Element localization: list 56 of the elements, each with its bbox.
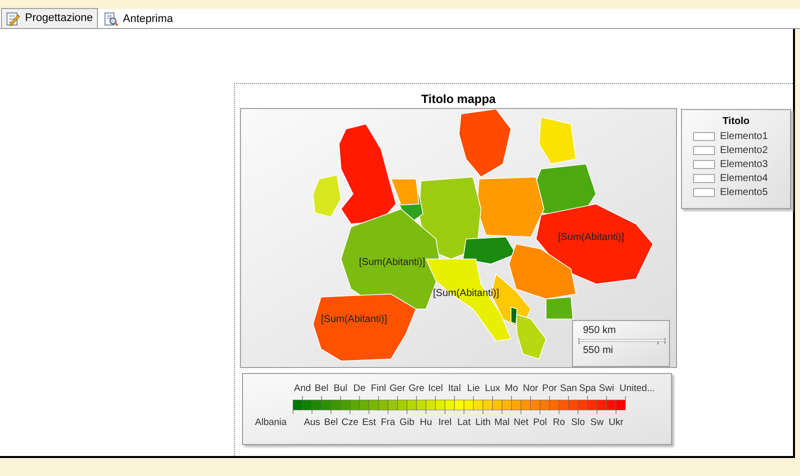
data-label: [Sum(Abitanti)] [359, 257, 426, 269]
scale-label: Gre [408, 383, 424, 394]
scale-label: Net [514, 417, 528, 428]
scale-label: Irel [438, 417, 452, 428]
scale-label: 950 km [583, 325, 617, 337]
page-magnifier-icon [104, 12, 118, 26]
legend-label: Elemento1 [720, 130, 768, 144]
pencil-ruler-icon [6, 12, 20, 26]
scale-label: Hu [420, 417, 432, 428]
legend-label: Elemento3 [720, 158, 768, 172]
scale-label: 550 mi [583, 345, 614, 357]
scale-label: Cze [342, 417, 358, 428]
scale-label: United... [620, 383, 655, 394]
scale-label: Icel [428, 383, 443, 394]
scale-label: Est [362, 417, 376, 428]
legend-title: Titolo [722, 115, 750, 128]
scale-label: Mo [504, 383, 518, 394]
data-label: [Sum(Abitanti)] [321, 314, 388, 326]
scale-label: Ital [448, 383, 461, 394]
scale-label: Lat [457, 417, 471, 428]
scale-label: Slo [571, 417, 585, 428]
legend-swatch [693, 132, 715, 140]
scale-label: Lux [484, 383, 500, 394]
scale-label: Nor [522, 383, 538, 394]
scale-label: Aus [304, 417, 320, 428]
scale-label: Albania [255, 417, 287, 428]
scale-label: Ger [390, 383, 406, 394]
legend-swatch [693, 146, 715, 154]
tab[interactable]: Progettazione [1, 8, 98, 28]
scale-label: Ukr [608, 417, 624, 428]
legend-swatch [693, 174, 715, 182]
scale-label: Bel [324, 417, 338, 428]
legend-label: Elemento2 [720, 144, 768, 158]
scale-label: Por [542, 383, 557, 394]
scale-label: Sw [590, 417, 604, 428]
scale-label: Bel [314, 383, 328, 394]
scale-label: Lie [467, 383, 480, 394]
scale-label: Swi [598, 383, 614, 394]
scale-label: De [353, 383, 366, 394]
scale-label: Bul [334, 383, 348, 394]
scale-label: Ro [552, 417, 566, 428]
scale-label: Lith [475, 417, 491, 428]
legend-label: Elemento4 [720, 172, 768, 186]
scale-label: Finl [370, 383, 386, 394]
scale-label: Pol [533, 417, 547, 428]
scale-label: Mal [494, 417, 510, 428]
legend-label: Elemento5 [720, 186, 768, 200]
scale-label: Fra [380, 417, 396, 428]
scale-label: And [294, 383, 311, 394]
scale-label: Spa [579, 383, 596, 394]
map-title: Titolo mappa [420, 91, 497, 108]
scale-label: San [560, 383, 577, 394]
legend-swatch [693, 160, 715, 168]
scale-label: Gib [400, 417, 414, 428]
legend-swatch [693, 188, 715, 196]
data-label: [Sum(Abitanti)] [558, 232, 624, 244]
